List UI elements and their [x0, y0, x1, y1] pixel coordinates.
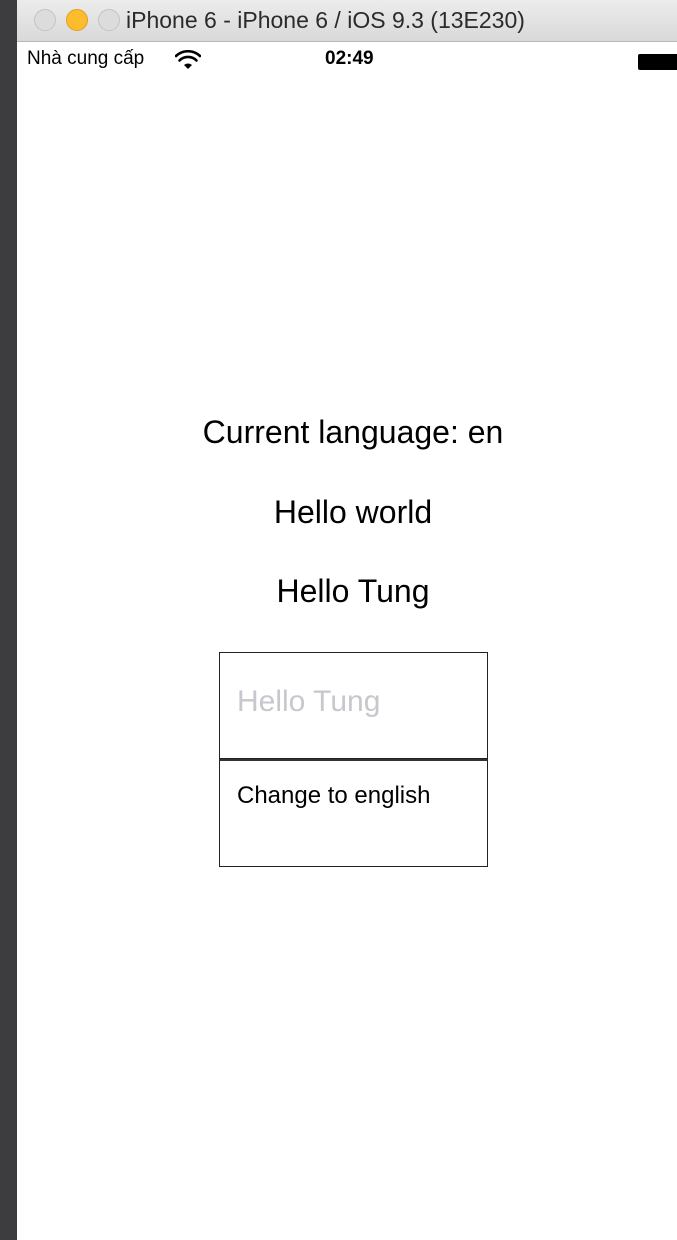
window-zoom-button[interactable]: [98, 9, 120, 31]
device-screen: Nhà cung cấp 02:49 Current language: en …: [17, 42, 677, 1240]
window-left-edge: [0, 0, 17, 1240]
window-minimize-button[interactable]: [66, 9, 88, 31]
change-language-button[interactable]: Change to english: [219, 759, 488, 867]
current-language-label: Current language: en: [202, 414, 504, 450]
change-language-button-label: Change to english: [237, 782, 431, 809]
name-input[interactable]: [237, 681, 467, 723]
carrier-label: Nhà cung cấp: [27, 48, 145, 69]
name-text-field[interactable]: [219, 652, 488, 759]
status-bar: Nhà cung cấp 02:49: [17, 42, 677, 80]
status-time: 02:49: [325, 48, 374, 69]
hello-tung-label: Hello Tung: [276, 573, 430, 609]
window-close-button[interactable]: [34, 9, 56, 31]
battery-icon: [638, 54, 677, 70]
wifi-icon: [175, 50, 201, 69]
simulator-titlebar: iPhone 6 - iPhone 6 / iOS 9.3 (13E230): [17, 0, 677, 42]
hello-world-label: Hello world: [273, 494, 433, 530]
window-title: iPhone 6 - iPhone 6 / iOS 9.3 (13E230): [126, 7, 525, 33]
